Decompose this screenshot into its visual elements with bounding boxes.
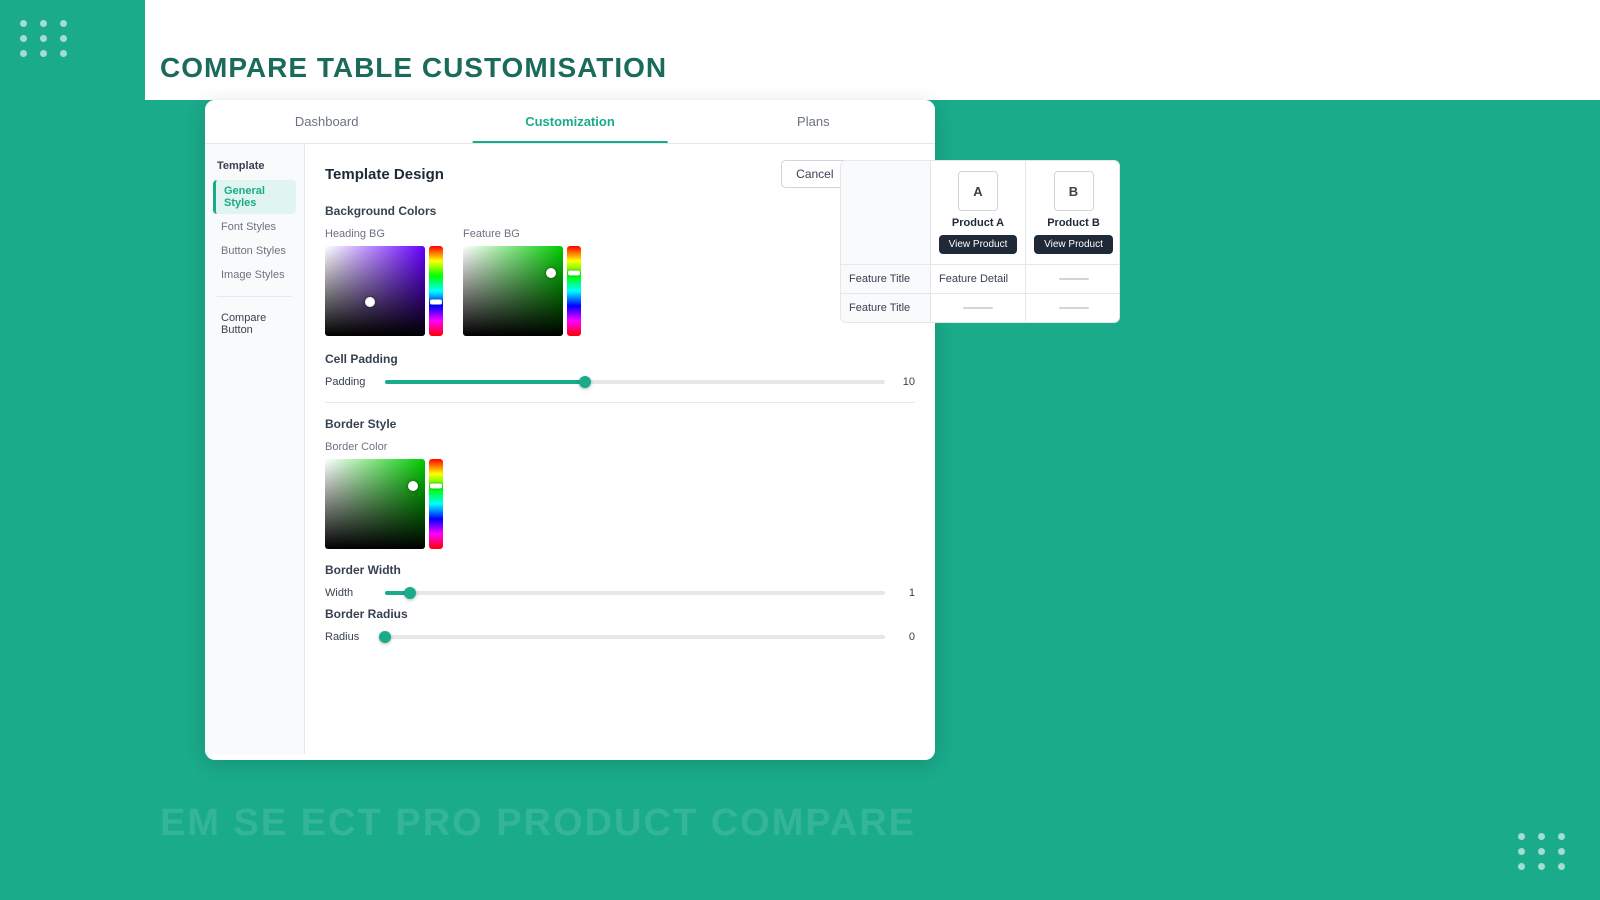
border-style-label: Border Style: [325, 417, 915, 431]
preview-header-row: A Product A View Product B Product B Vie…: [841, 161, 1119, 264]
heading-bg-gradient[interactable]: [325, 246, 425, 336]
padding-slider-row: Padding 10: [325, 376, 915, 388]
dash-line-1: [1059, 278, 1089, 280]
heading-bg-picker: Heading BG: [325, 228, 443, 336]
radius-slider-thumb[interactable]: [379, 631, 391, 643]
feature-bg-gradient[interactable]: [463, 246, 563, 336]
feature-col2-2: [1026, 294, 1120, 322]
heading-bg-label: Heading BG: [325, 228, 443, 240]
preview-feature-row-2: Feature Title: [841, 293, 1119, 322]
border-hue-bar[interactable]: [429, 459, 443, 549]
dash-line-3: [1059, 307, 1089, 309]
card-body: Template General Styles Font Styles Butt…: [205, 144, 935, 754]
width-slider-track[interactable]: [385, 591, 885, 595]
content-header: Template Design Cancel Save: [325, 160, 915, 188]
preview-empty-cell: [841, 161, 931, 264]
section-title: Template Design: [325, 166, 444, 183]
sidebar-item-font-styles[interactable]: Font Styles: [213, 216, 296, 238]
feature-title-2: Feature Title: [841, 294, 931, 322]
padding-slider-fill: [385, 380, 585, 384]
sidebar-item-general-styles[interactable]: General Styles: [213, 180, 296, 214]
tab-customization[interactable]: Customization: [448, 100, 691, 143]
feature-bg-label: Feature BG: [463, 228, 581, 240]
product-a-id: A: [973, 184, 982, 199]
title-bg: [145, 0, 1600, 100]
preview-product-b: B Product B View Product: [1026, 161, 1120, 264]
radius-value: 0: [895, 631, 915, 643]
view-product-b-button[interactable]: View Product: [1034, 235, 1113, 254]
preview-panel: A Product A View Product B Product B Vie…: [840, 160, 1120, 323]
radius-slider-track[interactable]: [385, 635, 885, 639]
padding-label: Padding: [325, 376, 375, 388]
width-slider-thumb[interactable]: [404, 587, 416, 599]
bg-colors-label: Background Colors: [325, 204, 915, 218]
border-color-gradient[interactable]: [325, 459, 425, 549]
feature-bg-canvas-wrap: [463, 246, 581, 336]
feature-detail-2: [931, 294, 1026, 322]
feature-col2-1: [1026, 265, 1120, 293]
border-color-label: Border Color: [325, 441, 915, 453]
feature-title-1: Feature Title: [841, 265, 931, 293]
width-value: 1: [895, 587, 915, 599]
product-a-image: A: [958, 171, 998, 211]
product-b-name: Product B: [1047, 217, 1100, 229]
sidebar-item-image-styles[interactable]: Image Styles: [213, 264, 296, 286]
dots-decoration-top-left: [20, 20, 72, 57]
padding-value: 10: [895, 376, 915, 388]
heading-hue-bar[interactable]: [429, 246, 443, 336]
border-radius-label: Border Radius: [325, 607, 915, 621]
width-label: Width: [325, 587, 375, 599]
preview-feature-row-1: Feature Title Feature Detail: [841, 264, 1119, 293]
sidebar: Template General Styles Font Styles Butt…: [205, 144, 305, 754]
border-color-canvas-wrap: [325, 459, 915, 549]
sidebar-template-label: Template: [213, 160, 296, 172]
padding-slider-thumb[interactable]: [579, 376, 591, 388]
feature-detail-1: Feature Detail: [931, 265, 1026, 293]
sidebar-divider: [217, 296, 292, 297]
sidebar-item-button-styles[interactable]: Button Styles: [213, 240, 296, 262]
heading-bg-canvas-wrap: [325, 246, 443, 336]
dots-decoration-bottom-right: [1518, 833, 1570, 870]
watermark: EM SE ECT PRO PRODUCT COMPARE: [160, 802, 916, 845]
color-pickers-row: Heading BG Feature BG: [325, 228, 915, 336]
product-a-name: Product A: [952, 217, 1004, 229]
product-b-id: B: [1069, 184, 1078, 199]
width-slider-fill: [385, 591, 410, 595]
radius-label: Radius: [325, 631, 375, 643]
width-slider-row: Width 1: [325, 587, 915, 599]
main-card: Dashboard Customization Plans Template G…: [205, 100, 935, 760]
view-product-a-button[interactable]: View Product: [939, 235, 1017, 254]
feature-hue-bar[interactable]: [567, 246, 581, 336]
product-b-image: B: [1054, 171, 1094, 211]
sidebar-item-compare-button[interactable]: Compare Button: [213, 307, 296, 341]
preview-product-a: A Product A View Product: [931, 161, 1026, 264]
tab-dashboard[interactable]: Dashboard: [205, 100, 448, 143]
tabs-bar: Dashboard Customization Plans: [205, 100, 935, 144]
padding-slider-track[interactable]: [385, 380, 885, 384]
tab-plans[interactable]: Plans: [692, 100, 935, 143]
cancel-button[interactable]: Cancel: [781, 160, 848, 188]
feature-bg-picker: Feature BG: [463, 228, 581, 336]
dash-line-2: [963, 307, 993, 309]
border-width-label: Border Width: [325, 563, 915, 577]
radius-slider-row: Radius 0: [325, 631, 915, 643]
page-title: COMPARE TABLE CUSTOMISATION: [160, 52, 667, 84]
cell-padding-label: Cell Padding: [325, 352, 915, 366]
section-separator-1: [325, 402, 915, 403]
